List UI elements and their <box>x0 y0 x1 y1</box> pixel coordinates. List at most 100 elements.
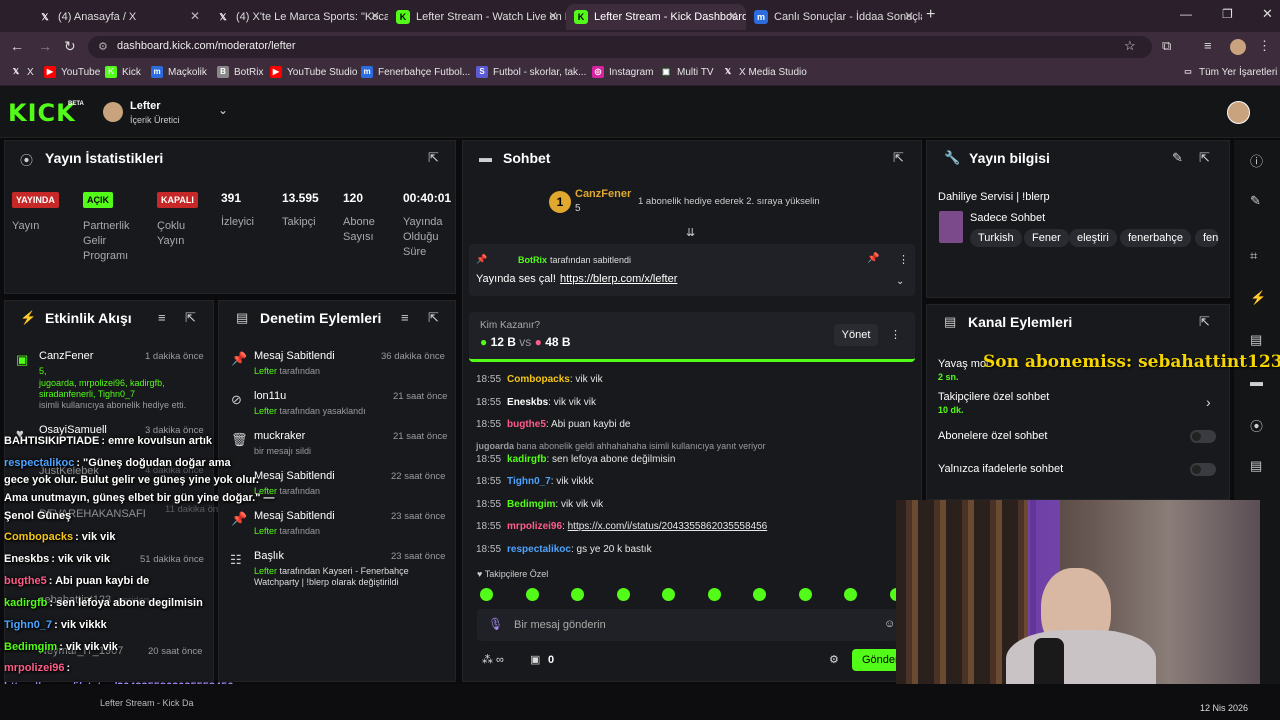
chevron-down-icon[interactable]: ⌄ <box>218 103 228 117</box>
media-icon[interactable]: ≡ <box>1204 38 1212 53</box>
emote-icon[interactable] <box>571 588 584 601</box>
bookmark-x-media-studio[interactable]: 𝕏X Media Studio <box>722 66 807 78</box>
send-button[interactable]: Gönder <box>852 649 900 671</box>
broadcast-icon[interactable]: ⦿ <box>1250 416 1263 435</box>
back-icon[interactable]: ← <box>10 38 24 54</box>
chat-username[interactable]: respectalikoc <box>507 544 571 555</box>
bookmark-x[interactable]: 𝕏X <box>10 66 34 78</box>
bookmark-mackolik[interactable]: m Maçkolik <box>151 66 207 78</box>
edit-icon[interactable]: ✎ <box>1172 150 1183 166</box>
edit-icon[interactable]: ✎ <box>1250 193 1261 209</box>
bookmark-botrix[interactable]: B BotRix <box>217 66 263 78</box>
all-bookmarks[interactable]: ▭ Tüm Yer İşaretleri <box>1182 66 1277 78</box>
gift-icon[interactable]: ▣ <box>530 653 540 666</box>
popout-icon[interactable]: ⇱ <box>428 310 439 326</box>
filter-icon[interactable]: ≡ <box>158 310 166 325</box>
popout-icon[interactable]: ⇱ <box>185 310 196 326</box>
tag[interactable]: fenerbahçe <box>1120 229 1192 247</box>
bookmark-fenerbahce[interactable]: m Fenerbahçe Futbol... <box>361 66 470 78</box>
popout-icon[interactable]: ⇱ <box>1199 150 1210 166</box>
chat-username[interactable]: jugoarda <box>476 441 514 451</box>
users-icon[interactable]: ⁂ ∞ <box>482 653 504 666</box>
list-icon[interactable]: ▤ <box>1250 458 1262 474</box>
chat-username[interactable]: Combopacks <box>507 374 570 385</box>
emote-icon[interactable] <box>616 588 630 601</box>
url-field[interactable]: ⚙ dashboard.kick.com/moderator/lefter ☆ <box>88 36 1152 58</box>
new-tab-icon[interactable]: + <box>926 6 935 24</box>
mic-icon[interactable]: 🎙 <box>488 617 503 631</box>
lightning-icon[interactable]: ⚡ <box>1250 290 1266 306</box>
subscribers-only-toggle[interactable] <box>1190 430 1216 443</box>
close-tab-icon[interactable]: ✕ <box>728 9 738 23</box>
emote-icon[interactable] <box>798 588 812 601</box>
chat-username[interactable]: bugthe5 <box>507 419 546 430</box>
kick-logo[interactable]: KICK <box>8 99 76 127</box>
crop-icon[interactable]: ⌗ <box>1250 248 1257 264</box>
site-info-icon[interactable]: ⚙ <box>98 40 108 53</box>
chat-settings-icon[interactable]: ⚙ <box>829 653 839 666</box>
document-icon[interactable]: ▤ <box>1250 332 1262 348</box>
manage-prediction-button[interactable]: Yönet <box>834 324 878 346</box>
browser-tab[interactable]: 𝕏 (4) X'te Le Marca Sports: "Koca ✕ <box>208 4 388 30</box>
folder-icon: ▭ <box>1184 67 1192 76</box>
close-tab-icon[interactable]: ✕ <box>548 9 558 23</box>
chevron-right-icon[interactable]: › <box>1206 394 1211 410</box>
followers-only-row[interactable]: Takipçilere özel sohbet <box>938 391 1049 403</box>
browser-tab[interactable]: m Canlı Sonuçlar - İddaa Sonuçları ✕ <box>746 4 922 30</box>
popout-icon[interactable]: ⇱ <box>428 150 439 166</box>
emote-icon[interactable] <box>753 588 766 601</box>
info-icon[interactable]: ⓘ <box>1250 151 1263 170</box>
bookmark-instagram[interactable]: ◎ Instagram <box>592 66 653 78</box>
chat-username[interactable]: Bedimgim <box>507 499 555 510</box>
chat-message: jugoarda bana abonelik geldi ahhahahaha … <box>476 441 766 451</box>
close-tab-icon[interactable]: ✕ <box>370 9 380 23</box>
reload-icon[interactable]: ↻ <box>64 38 76 55</box>
tag[interactable]: Turkish <box>970 229 1022 247</box>
bookmark-futbol[interactable]: S Futbol - skorlar, tak... <box>476 66 586 78</box>
emote-only-toggle[interactable] <box>1190 463 1216 476</box>
tag[interactable]: Fener <box>1024 229 1069 247</box>
close-tab-icon[interactable]: ✕ <box>904 9 914 23</box>
chat-username[interactable]: kadirgfb <box>507 454 546 465</box>
menu-icon[interactable]: ⋮ <box>1258 38 1271 54</box>
emote-icon[interactable] <box>525 588 539 601</box>
unpin-icon[interactable]: 📌 <box>867 253 879 264</box>
bookmark-star-icon[interactable]: ☆ <box>1124 38 1136 54</box>
scroll-down-icon[interactable]: ⇊ <box>686 226 695 239</box>
pinned-link[interactable]: https://blerp.com/x/lefter <box>560 273 677 285</box>
more-icon[interactable]: ⋮ <box>898 253 909 266</box>
chat-username[interactable]: Tighn0_7 <box>507 476 551 487</box>
chat-icon[interactable]: ▬ <box>1250 374 1263 389</box>
emote-icon[interactable] <box>707 588 721 601</box>
browser-tab-active[interactable]: K Lefter Stream - Kick Dashboard ✕ <box>566 4 746 30</box>
popout-icon[interactable]: ⇱ <box>1199 314 1210 330</box>
forward-icon[interactable]: → <box>38 38 52 54</box>
close-window-icon[interactable]: ✕ <box>1262 6 1273 22</box>
emote-icon[interactable] <box>480 588 493 601</box>
tag[interactable]: eleştiri <box>1069 229 1117 247</box>
browser-tab[interactable]: K Lefter Stream - Watch Live on K ✕ <box>388 4 566 30</box>
bookmark-youtube-studio[interactable]: ▶ YouTube Studio <box>270 66 357 78</box>
emote-icon[interactable] <box>844 588 857 601</box>
emoji-icon[interactable]: ☺ <box>884 618 895 630</box>
extensions-icon[interactable]: ⧉ <box>1162 38 1171 54</box>
maximize-icon[interactable]: ❐ <box>1222 7 1233 21</box>
chat-username[interactable]: Eneskbs <box>507 397 548 408</box>
taskbar-window[interactable]: Lefter Stream - Kick Da <box>100 698 194 708</box>
minimize-icon[interactable]: — <box>1180 7 1192 21</box>
close-tab-icon[interactable]: ✕ <box>190 9 200 23</box>
bookmark-kick[interactable]: K Kick <box>105 66 141 78</box>
filter-icon[interactable]: ≡ <box>401 310 409 325</box>
tag[interactable]: fen <box>1195 229 1219 247</box>
emote-icon[interactable] <box>662 588 675 601</box>
chat-link[interactable]: https://x.com/i/status/20433558620355584… <box>568 521 768 532</box>
popout-icon[interactable]: ⇱ <box>893 150 904 166</box>
chevron-down-icon[interactable]: ⌄ <box>896 276 904 287</box>
bookmark-multitv[interactable]: ▣ Multi TV <box>660 66 714 78</box>
browser-tab[interactable]: 𝕏 (4) Anasayfa / X ✕ <box>30 4 208 30</box>
avatar[interactable] <box>1227 101 1250 124</box>
bookmark-youtube[interactable]: ▶ YouTube <box>44 66 100 78</box>
profile-avatar[interactable] <box>1230 39 1246 55</box>
more-icon[interactable]: ⋮ <box>890 328 901 341</box>
chat-username[interactable]: mrpolizei96 <box>507 521 562 532</box>
